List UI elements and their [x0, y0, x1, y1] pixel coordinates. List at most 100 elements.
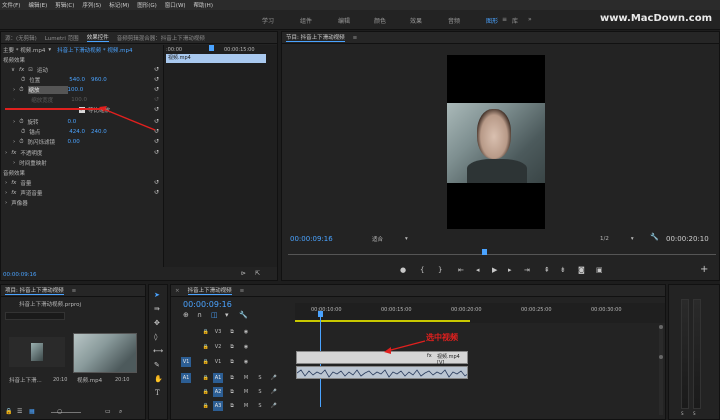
track-label-a3[interactable]: A3 [213, 401, 223, 411]
eye-icon[interactable]: ◉ [241, 357, 251, 367]
type-tool-icon[interactable]: T [155, 389, 160, 397]
volume-expand-icon[interactable]: › [5, 180, 7, 186]
program-timecode[interactable]: 00:00:09:16 [290, 234, 333, 244]
sequence-item-label[interactable]: 抖音上下滑... [9, 375, 42, 385]
sync-lock-icon[interactable]: ⧉ [227, 342, 237, 352]
stopwatch-icon[interactable]: ⏱ [21, 77, 25, 84]
anchor-x[interactable]: 424.0 [69, 129, 85, 135]
solo-button[interactable]: S [255, 401, 265, 411]
opacity-fx-icon[interactable]: fx [11, 150, 16, 156]
mute-button[interactable]: M [241, 401, 251, 411]
track-label-a2[interactable]: A2 [213, 387, 223, 397]
menu-sequence[interactable]: 序列(S) [82, 1, 101, 9]
motion-transform-icon[interactable]: ⊡ [28, 67, 33, 73]
position-y[interactable]: 960.0 [91, 77, 107, 83]
sync-lock-icon[interactable]: ⧉ [227, 373, 237, 383]
flicker-value[interactable]: 0.00 [68, 139, 80, 145]
search-icon[interactable]: ⌕ [119, 408, 122, 416]
ws-effects[interactable]: 效果 [410, 16, 422, 25]
ws-libraries[interactable]: 库 [512, 16, 518, 25]
ws-learn[interactable]: 学习 [262, 16, 274, 25]
track-lock-icon[interactable]: 🔒 [201, 342, 211, 352]
comparison-icon[interactable]: ▣ [596, 266, 603, 274]
menu-window[interactable]: 窗口(W) [165, 1, 186, 9]
quality-dropdown[interactable]: 1/2 [600, 236, 609, 242]
source-patch-v1[interactable]: V1 [181, 357, 191, 367]
mute-button[interactable]: M [241, 373, 251, 383]
channel-volume-expand-icon[interactable]: › [5, 190, 7, 196]
eye-icon[interactable]: ◉ [241, 342, 251, 352]
source-patch-a1[interactable]: A1 [181, 373, 191, 383]
camera-icon[interactable]: ◙ [578, 266, 585, 274]
effect-timecode[interactable]: 00:00:09:16 [3, 270, 37, 280]
step-forward-icon[interactable]: ▸ [508, 266, 512, 274]
track-label-a1[interactable]: A1 [213, 373, 223, 383]
step-back-icon[interactable]: ◂ [476, 266, 480, 274]
mark-in-icon[interactable]: { [420, 266, 424, 274]
track-select-tool-icon[interactable]: ⇛ [154, 305, 160, 313]
rotation-expand-icon[interactable]: › [13, 119, 15, 125]
menu-edit[interactable]: 编辑(E) [28, 1, 47, 9]
flicker-expand-icon[interactable]: › [13, 139, 15, 145]
track-lock-icon[interactable]: 🔒 [201, 401, 211, 411]
go-to-in-icon[interactable]: ⇤ [458, 266, 464, 274]
snap-icon[interactable]: ∩ [197, 311, 202, 319]
quality-chevron-down-icon[interactable]: ▾ [631, 236, 634, 242]
microphone-icon[interactable]: 🎤 [269, 401, 279, 411]
video-item-label[interactable]: 视频.mp4 [77, 375, 102, 385]
scale-stopwatch-icon[interactable]: ⏱ [19, 87, 23, 94]
video-thumbnail[interactable] [73, 333, 137, 373]
timeline-vertical-scrollbar[interactable] [659, 325, 663, 415]
tab-lumetri[interactable]: Lumetri 范围 [45, 34, 79, 42]
timeline-title[interactable]: 抖音上下滑动视频 [187, 286, 232, 295]
anchor-stopwatch-icon[interactable]: ⏱ [21, 129, 25, 136]
solo-button[interactable]: S [255, 387, 265, 397]
razor-tool-icon[interactable]: ◊ [154, 333, 157, 341]
ripple-edit-tool-icon[interactable]: ✥ [154, 319, 160, 327]
linked-select-icon[interactable]: ◫ [211, 311, 218, 319]
add-button-icon[interactable]: + [700, 264, 708, 275]
sync-lock-icon[interactable]: ⧉ [227, 401, 237, 411]
filter-icon[interactable]: ⊳ [241, 270, 246, 277]
sync-lock-icon[interactable]: ⧉ [227, 357, 237, 367]
project-search-input[interactable] [5, 312, 65, 320]
mute-button[interactable]: M [241, 387, 251, 397]
program-monitor-title[interactable]: 节目: 抖音上下滑动视频 [286, 33, 345, 42]
list-view-icon[interactable]: ☰ [17, 408, 22, 415]
eye-icon[interactable]: ◉ [241, 327, 251, 337]
add-marker-icon[interactable]: ▾ [225, 311, 229, 319]
ws-assembly[interactable]: 组件 [300, 16, 312, 25]
timeline-ruler[interactable]: 00:00:10:00 00:00:15:00 00:00:20:00 00:0… [295, 303, 665, 323]
volume-fx-icon[interactable]: fx [11, 180, 16, 186]
flicker-reset-icon[interactable]: ↺ [154, 138, 159, 145]
work-area-bar[interactable] [295, 320, 470, 322]
scale-reset-icon[interactable]: ↺ [154, 86, 159, 93]
sequence-thumbnail[interactable] [9, 337, 65, 367]
timeline-close-icon[interactable]: × [175, 288, 180, 294]
ws-graphics[interactable]: 图形 [486, 16, 498, 25]
time-remap-expand-icon[interactable]: › [13, 160, 15, 166]
mark-out-icon[interactable]: } [438, 266, 442, 274]
tab-source[interactable]: 源：(无剪辑) [5, 34, 37, 42]
menu-file[interactable]: 文件(F) [2, 1, 20, 9]
flicker-stopwatch-icon[interactable]: ⏱ [19, 139, 23, 146]
clip-path[interactable]: 主要 * 视频.mp4 [3, 46, 45, 54]
track-lock-icon[interactable]: 🔒 [201, 373, 211, 383]
channel-volume-fx-icon[interactable]: fx [11, 190, 16, 196]
microphone-icon[interactable]: 🎤 [269, 373, 279, 383]
lift-icon[interactable]: ⇞ [544, 266, 550, 274]
icon-view-icon[interactable]: ▦ [29, 408, 35, 415]
clip-target[interactable]: 抖音上下滑动视频 * 视频.mp4 [57, 46, 132, 54]
ws-color[interactable]: 颜色 [374, 16, 386, 25]
sync-lock-icon[interactable]: ⧉ [227, 387, 237, 397]
program-menu-icon[interactable]: ≡ [353, 35, 358, 41]
scale-value[interactable]: 100.0 [68, 87, 84, 93]
zoom-slider[interactable] [51, 412, 81, 413]
position-reset-icon[interactable]: ↺ [154, 76, 159, 83]
timeline-timecode[interactable]: 00:00:09:16 [183, 299, 232, 309]
menu-graphics[interactable]: 图形(G) [137, 1, 157, 9]
export-icon[interactable]: ⇱ [255, 270, 260, 277]
meter-solo-right-button[interactable]: S [693, 411, 696, 416]
nest-icon[interactable]: ⊕ [183, 311, 189, 319]
menu-clip[interactable]: 剪辑(C) [55, 1, 74, 9]
